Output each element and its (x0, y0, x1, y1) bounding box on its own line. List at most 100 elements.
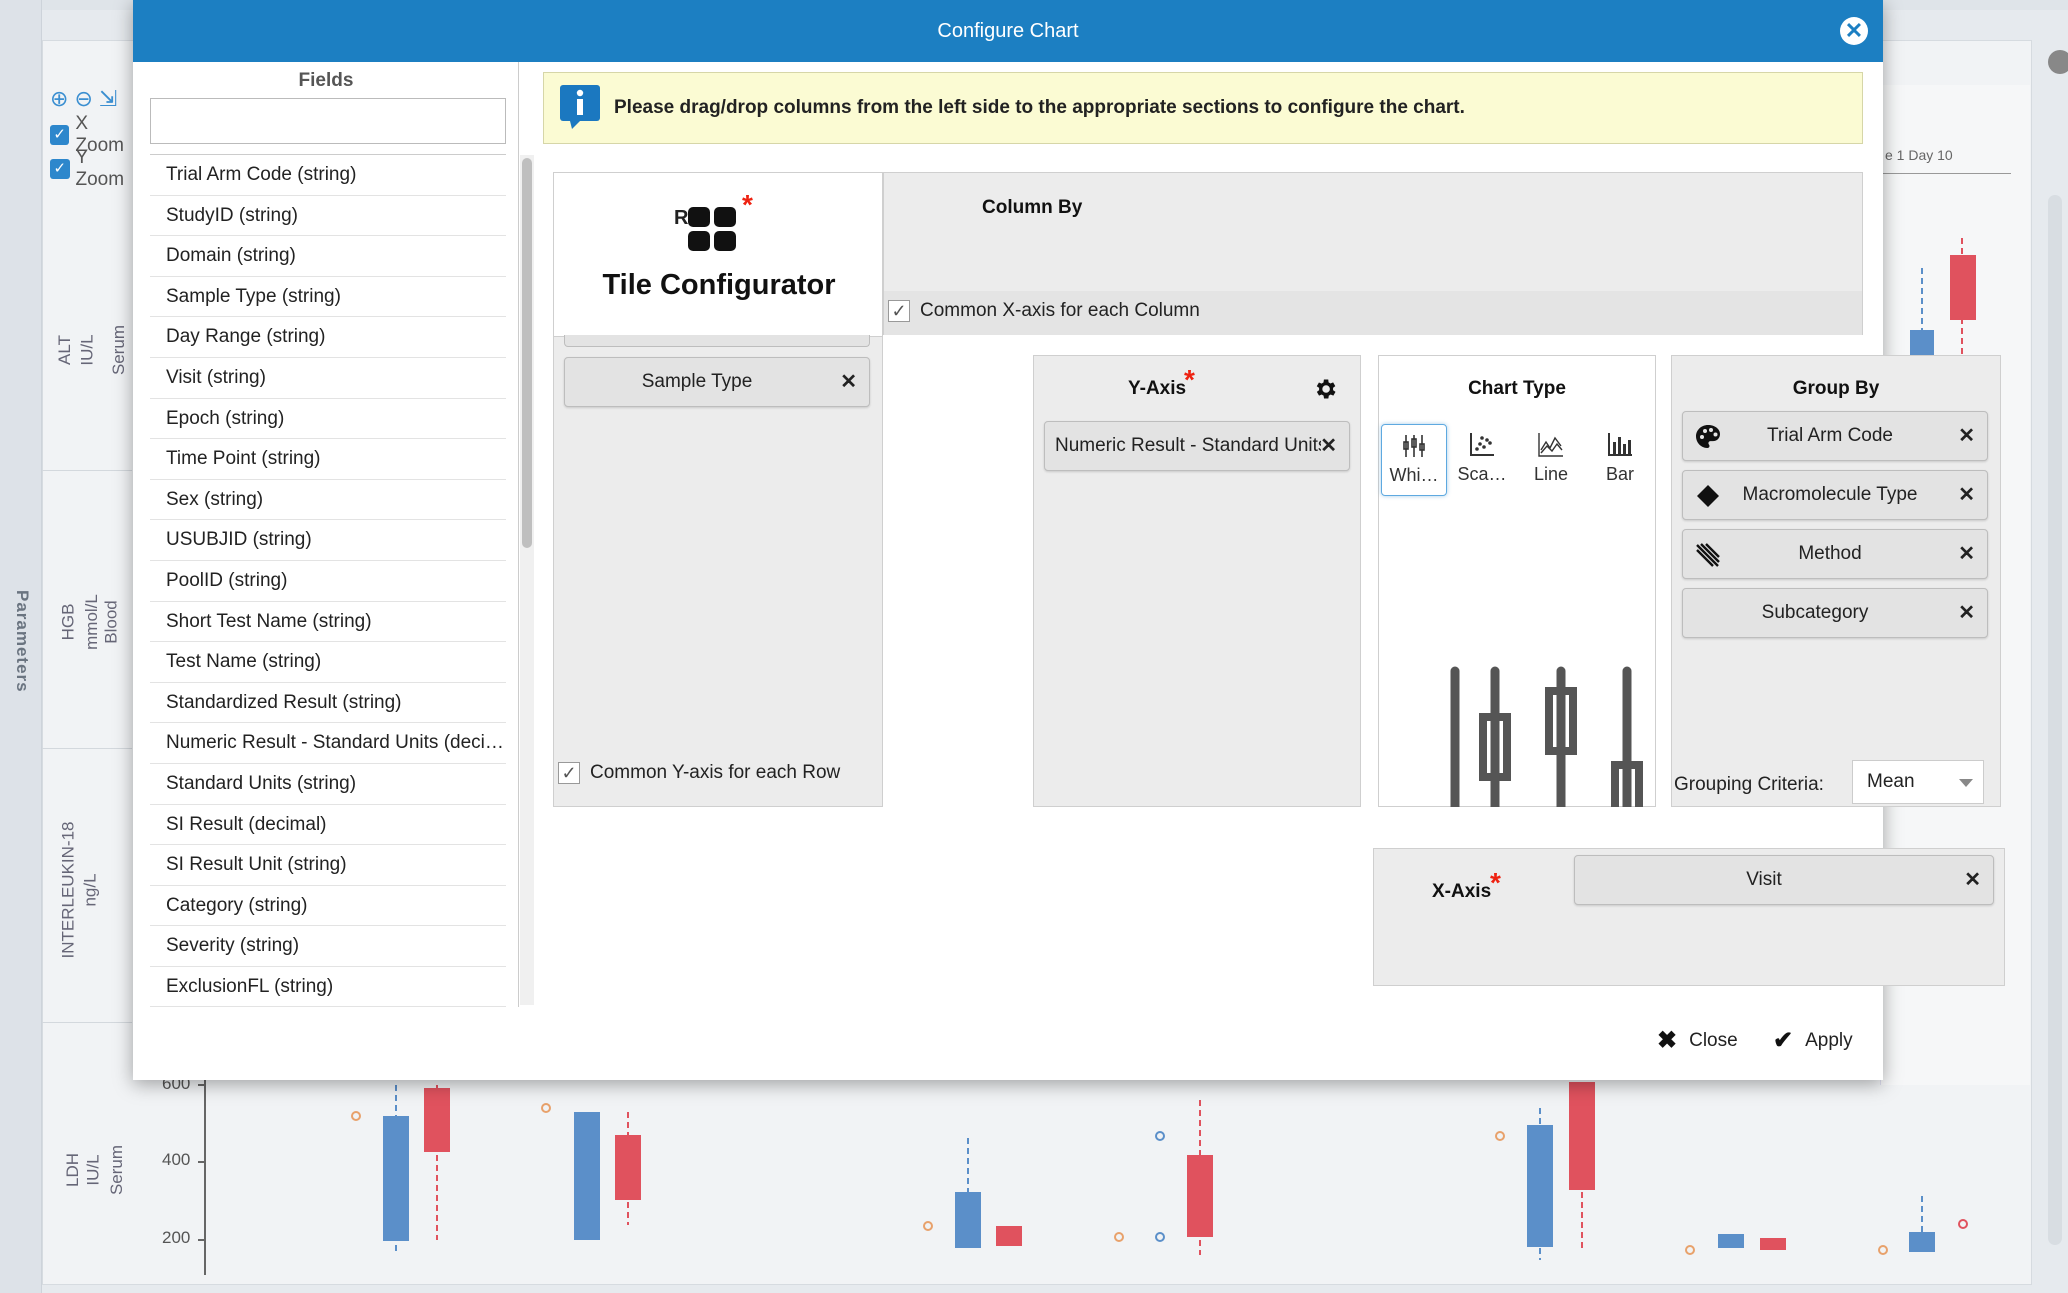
chevron-down-icon (1959, 779, 1973, 787)
grouping-criteria-value: Mean (1867, 771, 1915, 792)
field-item[interactable]: Severity (string) (150, 926, 506, 967)
x-axis-dropzone[interactable]: X-Axis * Visit ✕ (1373, 848, 2005, 986)
y-axis-dropzone[interactable]: Y-Axis * Numeric Result - Standard Units… (1033, 355, 1361, 807)
fields-panel: Fields Trial Arm Code (string) StudyID (… (133, 62, 519, 1007)
pill-label: Method (1798, 543, 1862, 564)
field-item[interactable]: Epoch (string) (150, 399, 506, 440)
grouping-criteria-label: Grouping Criteria: (1674, 774, 1824, 795)
field-item[interactable]: Standardized Result (string) (150, 683, 506, 724)
fields-search-input[interactable] (150, 98, 506, 144)
close-button[interactable]: ✖ Close (1657, 1026, 1738, 1055)
bar-chart-icon (1608, 433, 1632, 456)
apply-button[interactable]: ✔ Apply (1773, 1026, 1853, 1055)
tile-configurator-title: Tile Configurator (602, 269, 836, 301)
close-circle-icon[interactable]: ✕ (1840, 17, 1868, 45)
pill-label: Visit (1746, 869, 1782, 890)
fields-list: Trial Arm Code (string) StudyID (string)… (150, 154, 506, 1007)
field-item[interactable]: PoolID (string) (150, 561, 506, 602)
chart-type-panel: Chart Type Whi… Sca… Line Bar (1378, 355, 1656, 807)
remove-icon[interactable]: ✕ (1958, 471, 1975, 519)
gear-icon[interactable] (1312, 376, 1338, 402)
chart-config-area: R * Tile Configurator Column By ✓ Common… (553, 172, 2005, 992)
fields-scrollbar-thumb[interactable] (522, 158, 532, 548)
field-item[interactable]: Numeric Result - Standard Units (deci… (150, 723, 506, 764)
chart-type-line[interactable]: Line (1518, 424, 1584, 496)
whisker-chart-icon (1403, 435, 1425, 457)
common-y-axis-checkbox[interactable]: ✓ (558, 762, 580, 784)
remove-icon[interactable]: ✕ (1958, 530, 1975, 578)
field-item[interactable]: SI Result Unit (string) (150, 845, 506, 886)
dialog-header: Configure Chart ✕ (133, 0, 1883, 62)
remove-icon[interactable]: ✕ (840, 358, 857, 406)
grouping-criteria-row: Grouping Criteria: Mean (1672, 760, 2002, 808)
chart-type-preview-icon (1450, 666, 1643, 807)
x-axis-title-text: X-Axis (1432, 881, 1492, 902)
field-item[interactable]: Visit (string) (150, 358, 506, 399)
pill-label: Subcategory (1761, 602, 1869, 623)
row-by-pill[interactable]: Sample Type ✕ (564, 357, 870, 407)
remove-icon[interactable]: ✕ (1958, 589, 1975, 637)
chart-type-scatter[interactable]: Sca… (1449, 424, 1515, 496)
group-by-dropzone[interactable]: Group By Trial Arm Code ✕ Macromolecule … (1671, 355, 2001, 807)
field-item[interactable]: Trial Arm Code (string) (150, 155, 506, 196)
chart-type-label: Line (1533, 464, 1569, 484)
close-x-icon: ✖ (1657, 1027, 1678, 1054)
field-item[interactable]: StudyID (string) (150, 196, 506, 237)
common-x-axis-label: Common X-axis for each Column (920, 300, 1200, 321)
pill-label: Sample Type (641, 371, 753, 392)
tile-grid-icon: R * (674, 189, 754, 261)
configure-chart-dialog: Configure Chart ✕ Fields Trial Arm Code … (133, 0, 2005, 1080)
field-item[interactable]: Standard Units (string) (150, 764, 506, 805)
close-button-label: Close (1689, 1029, 1738, 1051)
common-y-axis-label: Common Y-axis for each Row (590, 762, 841, 783)
chart-type-title: Chart Type (1468, 378, 1566, 399)
required-marker: * (1490, 867, 1501, 898)
common-x-axis-checkbox[interactable]: ✓ (888, 300, 910, 322)
field-item[interactable]: Sample Type (string) (150, 277, 506, 318)
info-banner: Please drag/drop columns from the left s… (543, 72, 1863, 144)
checkmark-icon: ✔ (1773, 1027, 1794, 1054)
row-by-pill-partial[interactable] (564, 335, 870, 347)
y-axis-pill[interactable]: Numeric Result - Standard Units ✕ (1044, 421, 1350, 471)
field-item[interactable]: ExclusionFL (string) (150, 967, 506, 1007)
group-by-pill-trial-arm[interactable]: Trial Arm Code ✕ (1682, 411, 1988, 461)
group-by-pill-subcategory[interactable]: Subcategory ✕ (1682, 588, 1988, 638)
row-by-dropzone[interactable]: Sample Type ✕ ✓ Common Y-axis for each R… (553, 335, 883, 807)
required-marker: * (742, 189, 753, 220)
pill-label: Numeric Result - Standard Units (1055, 435, 1321, 456)
info-icon (560, 85, 600, 129)
scatter-chart-icon (1470, 433, 1494, 456)
field-item[interactable]: USUBJID (string) (150, 520, 506, 561)
info-text: Please drag/drop columns from the left s… (614, 97, 1465, 118)
pill-label: Trial Arm Code (1767, 425, 1893, 446)
chart-type-label: Whi… (1389, 465, 1439, 485)
group-by-pill-macromolecule[interactable]: Macromolecule Type ✕ (1682, 470, 1988, 520)
remove-icon[interactable]: ✕ (1320, 422, 1337, 470)
field-item[interactable]: Short Test Name (string) (150, 602, 506, 643)
column-by-dropzone[interactable]: Column By ✓ Common X-axis for each Colum… (883, 172, 1863, 335)
field-item[interactable]: Time Point (string) (150, 439, 506, 480)
chart-type-label: Sca… (1457, 464, 1507, 484)
field-item[interactable]: SI Result (decimal) (150, 805, 506, 846)
chart-type-bar[interactable]: Bar (1587, 424, 1653, 496)
field-item[interactable]: Test Name (string) (150, 642, 506, 683)
remove-icon[interactable]: ✕ (1964, 856, 1981, 904)
x-axis-pill[interactable]: Visit ✕ (1574, 855, 1994, 905)
field-item[interactable]: Day Range (string) (150, 317, 506, 358)
x-axis-title: X-Axis * (1432, 867, 1501, 903)
field-item[interactable]: Sex (string) (150, 480, 506, 521)
line-chart-icon (1538, 433, 1563, 457)
column-by-title: Column By (982, 197, 1083, 218)
pill-label: Macromolecule Type (1742, 484, 1918, 505)
grouping-criteria-select[interactable]: Mean (1852, 760, 1984, 804)
chart-type-whisker[interactable]: Whi… (1381, 424, 1447, 496)
dialog-title: Configure Chart (937, 20, 1079, 42)
remove-icon[interactable]: ✕ (1958, 412, 1975, 460)
y-axis-title: Y-Axis * (1128, 364, 1195, 400)
common-x-axis-option[interactable]: ✓ Common X-axis for each Column (888, 300, 1200, 322)
field-item[interactable]: Domain (string) (150, 236, 506, 277)
apply-button-label: Apply (1805, 1029, 1853, 1051)
field-item[interactable]: Category (string) (150, 886, 506, 927)
group-by-pill-method[interactable]: Method ✕ (1682, 529, 1988, 579)
common-y-axis-option[interactable]: ✓ Common Y-axis for each Row (558, 762, 840, 784)
